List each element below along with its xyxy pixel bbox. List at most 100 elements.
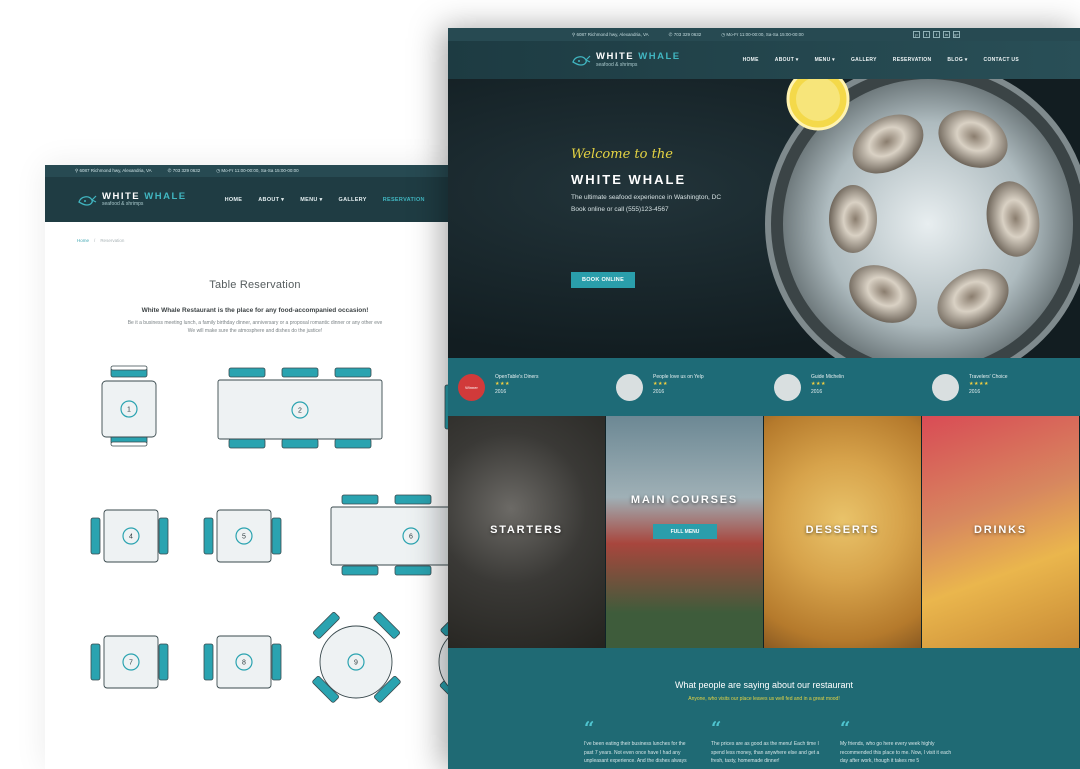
rating-yelp: People love us on Yelp ★★★ 2016 <box>606 373 764 401</box>
chair[interactable] <box>203 517 214 555</box>
category-starters[interactable]: STARTERS <box>448 416 606 648</box>
chair[interactable] <box>394 494 432 505</box>
rating-michelin: Guide Michelin ★★★ 2016 <box>764 373 922 401</box>
social-links: p t f in g+ <box>913 31 960 38</box>
testimonial-text: I've been eating their business lunches … <box>584 741 687 764</box>
logo-brand: WHITE WHALE <box>596 52 681 62</box>
chair[interactable] <box>281 367 319 378</box>
chair[interactable] <box>341 565 379 576</box>
book-online-button[interactable]: BOOK ONLINE <box>571 272 635 288</box>
logo-brand-main: WHITE <box>596 51 639 63</box>
home-topbar: ⚲ 6087 Richmond hwy, Alexandria, VA ✆ 70… <box>448 28 1080 41</box>
logo[interactable]: WHITE WHALE seafood & shrimps <box>571 52 681 68</box>
pinterest-icon[interactable]: p <box>913 31 920 38</box>
chair[interactable] <box>228 438 266 449</box>
chair[interactable] <box>158 643 169 681</box>
nav-reservation[interactable]: RESERVATION <box>893 57 932 63</box>
testimonial-text: My friends, who go here every week highl… <box>840 741 952 764</box>
table-number: 8 <box>242 660 246 667</box>
chair[interactable] <box>271 517 282 555</box>
phone-value: 703 329 0632 <box>673 31 702 37</box>
hours-text: ◷ Mo-Fr 11:00-00:00, Sa-Sa 15:00-00:00 <box>721 31 804 37</box>
menu-categories: STARTERS MAIN COURSES FULL MENU DESSERTS… <box>448 416 1080 648</box>
home-header: WHITE WHALE seafood & shrimps HOME ABOUT… <box>448 41 1080 79</box>
chair[interactable] <box>281 438 319 449</box>
chair[interactable] <box>394 565 432 576</box>
rating-stars: ★★★ <box>811 381 826 388</box>
reservation-page: ⚲ 6087 Richmond hwy, Alexandria, VA ✆ 70… <box>45 165 465 769</box>
table-number: 6 <box>409 534 413 541</box>
quote-icon: “ <box>711 718 722 739</box>
facebook-icon[interactable]: f <box>933 31 940 38</box>
tripadvisor-badge-icon <box>932 373 959 401</box>
home-nav: HOME ABOUT ▾ MENU ▾ GALLERY RESERVATION … <box>743 57 1019 63</box>
rating-name: Guide Michelin <box>811 373 845 380</box>
quote-icon: “ <box>584 718 595 739</box>
rating-name: Travelers' Choice <box>969 373 1008 380</box>
chair[interactable] <box>203 643 214 681</box>
quote-icon: “ <box>840 718 851 739</box>
testimonial-text: The prices are as good as the menu! Each… <box>711 741 820 764</box>
rating-text: Guide Michelin ★★★ 2016 <box>811 374 844 397</box>
chair[interactable] <box>158 517 169 555</box>
rating-stars: ★★★ <box>653 381 668 388</box>
rating-travelers: Travelers' Choice ★★★★ 2016 <box>922 373 1080 401</box>
rating-text: People love us on Yelp ★★★ 2016 <box>653 374 704 397</box>
rating-year: 2016 <box>811 388 823 395</box>
showcase: ⚲ 6087 Richmond hwy, Alexandria, VA ✆ 70… <box>0 0 1080 769</box>
logo-brand-accent: WHALE <box>638 51 681 63</box>
table-6[interactable] <box>330 506 465 566</box>
nav-menu[interactable]: MENU ▾ <box>815 57 835 63</box>
chair-back <box>110 441 148 447</box>
nav-home[interactable]: HOME <box>743 57 759 63</box>
full-menu-button[interactable]: FULL MENU <box>653 524 717 539</box>
floor-plan: 1 2 4 5 6 7 8 9 <box>90 365 465 707</box>
rating-name: OpenTable's Diners <box>495 373 539 380</box>
hero-subtitle: The ultimate seafood experience in Washi… <box>571 194 722 201</box>
testimonials-section: What people are saying about our restaur… <box>448 648 1080 769</box>
ratings-bar: Winner OpenTable's Diners ★★★ 2016 Peopl… <box>448 358 1080 416</box>
table-number: 1 <box>127 407 131 414</box>
chair[interactable] <box>334 367 372 378</box>
category-main-courses[interactable]: MAIN COURSES FULL MENU <box>606 416 764 648</box>
oysters-plate-image <box>765 79 1080 358</box>
chair[interactable] <box>341 494 379 505</box>
nav-about[interactable]: ABOUT ▾ <box>775 57 799 63</box>
category-drinks[interactable]: DRINKS <box>922 416 1080 648</box>
chair[interactable] <box>228 367 266 378</box>
chair[interactable] <box>90 643 101 681</box>
hours-value: Mo-Fr 11:00-00:00, Sa-Sa 15:00-00:00 <box>726 31 804 37</box>
chair[interactable] <box>334 438 372 449</box>
hero-title: WHITE WHALE <box>571 172 687 187</box>
testimonial: “ My friends, who go here every week hig… <box>840 720 952 766</box>
testimonial: “ I've been eating their business lunche… <box>584 720 696 766</box>
rating-opentable: Winner OpenTable's Diners ★★★ 2016 <box>448 373 606 401</box>
table-number: 5 <box>242 534 246 541</box>
rating-name: People love us on Yelp <box>653 373 704 380</box>
nav-contact[interactable]: CONTACT US <box>984 57 1019 63</box>
phone-text: ✆ 703 329 0632 <box>668 31 702 37</box>
winner-badge-icon: Winner <box>458 373 485 401</box>
yelp-badge-icon <box>616 373 643 401</box>
rating-text: Travelers' Choice ★★★★ 2016 <box>969 374 1008 397</box>
hero-booking-text: Book online or call (555)123-4567 <box>571 206 669 213</box>
table-number: 7 <box>129 660 133 667</box>
testimonial: “ The prices are as good as the menu! Ea… <box>711 720 823 766</box>
instagram-icon[interactable]: in <box>943 31 950 38</box>
twitter-icon[interactable]: t <box>923 31 930 38</box>
category-desserts[interactable]: DESSERTS <box>764 416 922 648</box>
nav-blog[interactable]: BLOG ▾ <box>947 57 967 63</box>
chair[interactable] <box>271 643 282 681</box>
chair[interactable] <box>90 517 101 555</box>
nav-gallery[interactable]: GALLERY <box>851 57 877 63</box>
logo-text: WHITE WHALE seafood & shrimps <box>596 52 681 68</box>
table-number: 9 <box>354 660 358 667</box>
hero-section: Welcome to the WHITE WHALE The ultimate … <box>448 79 1080 358</box>
whale-logo-icon <box>572 55 591 66</box>
category-label: DRINKS <box>974 524 1027 536</box>
rating-text: OpenTable's Diners ★★★ 2016 <box>495 374 538 397</box>
google-plus-icon[interactable]: g+ <box>953 31 960 38</box>
category-label: MAIN COURSES <box>630 494 739 506</box>
rating-year: 2016 <box>495 388 507 395</box>
rating-stars: ★★★★ <box>969 381 989 388</box>
